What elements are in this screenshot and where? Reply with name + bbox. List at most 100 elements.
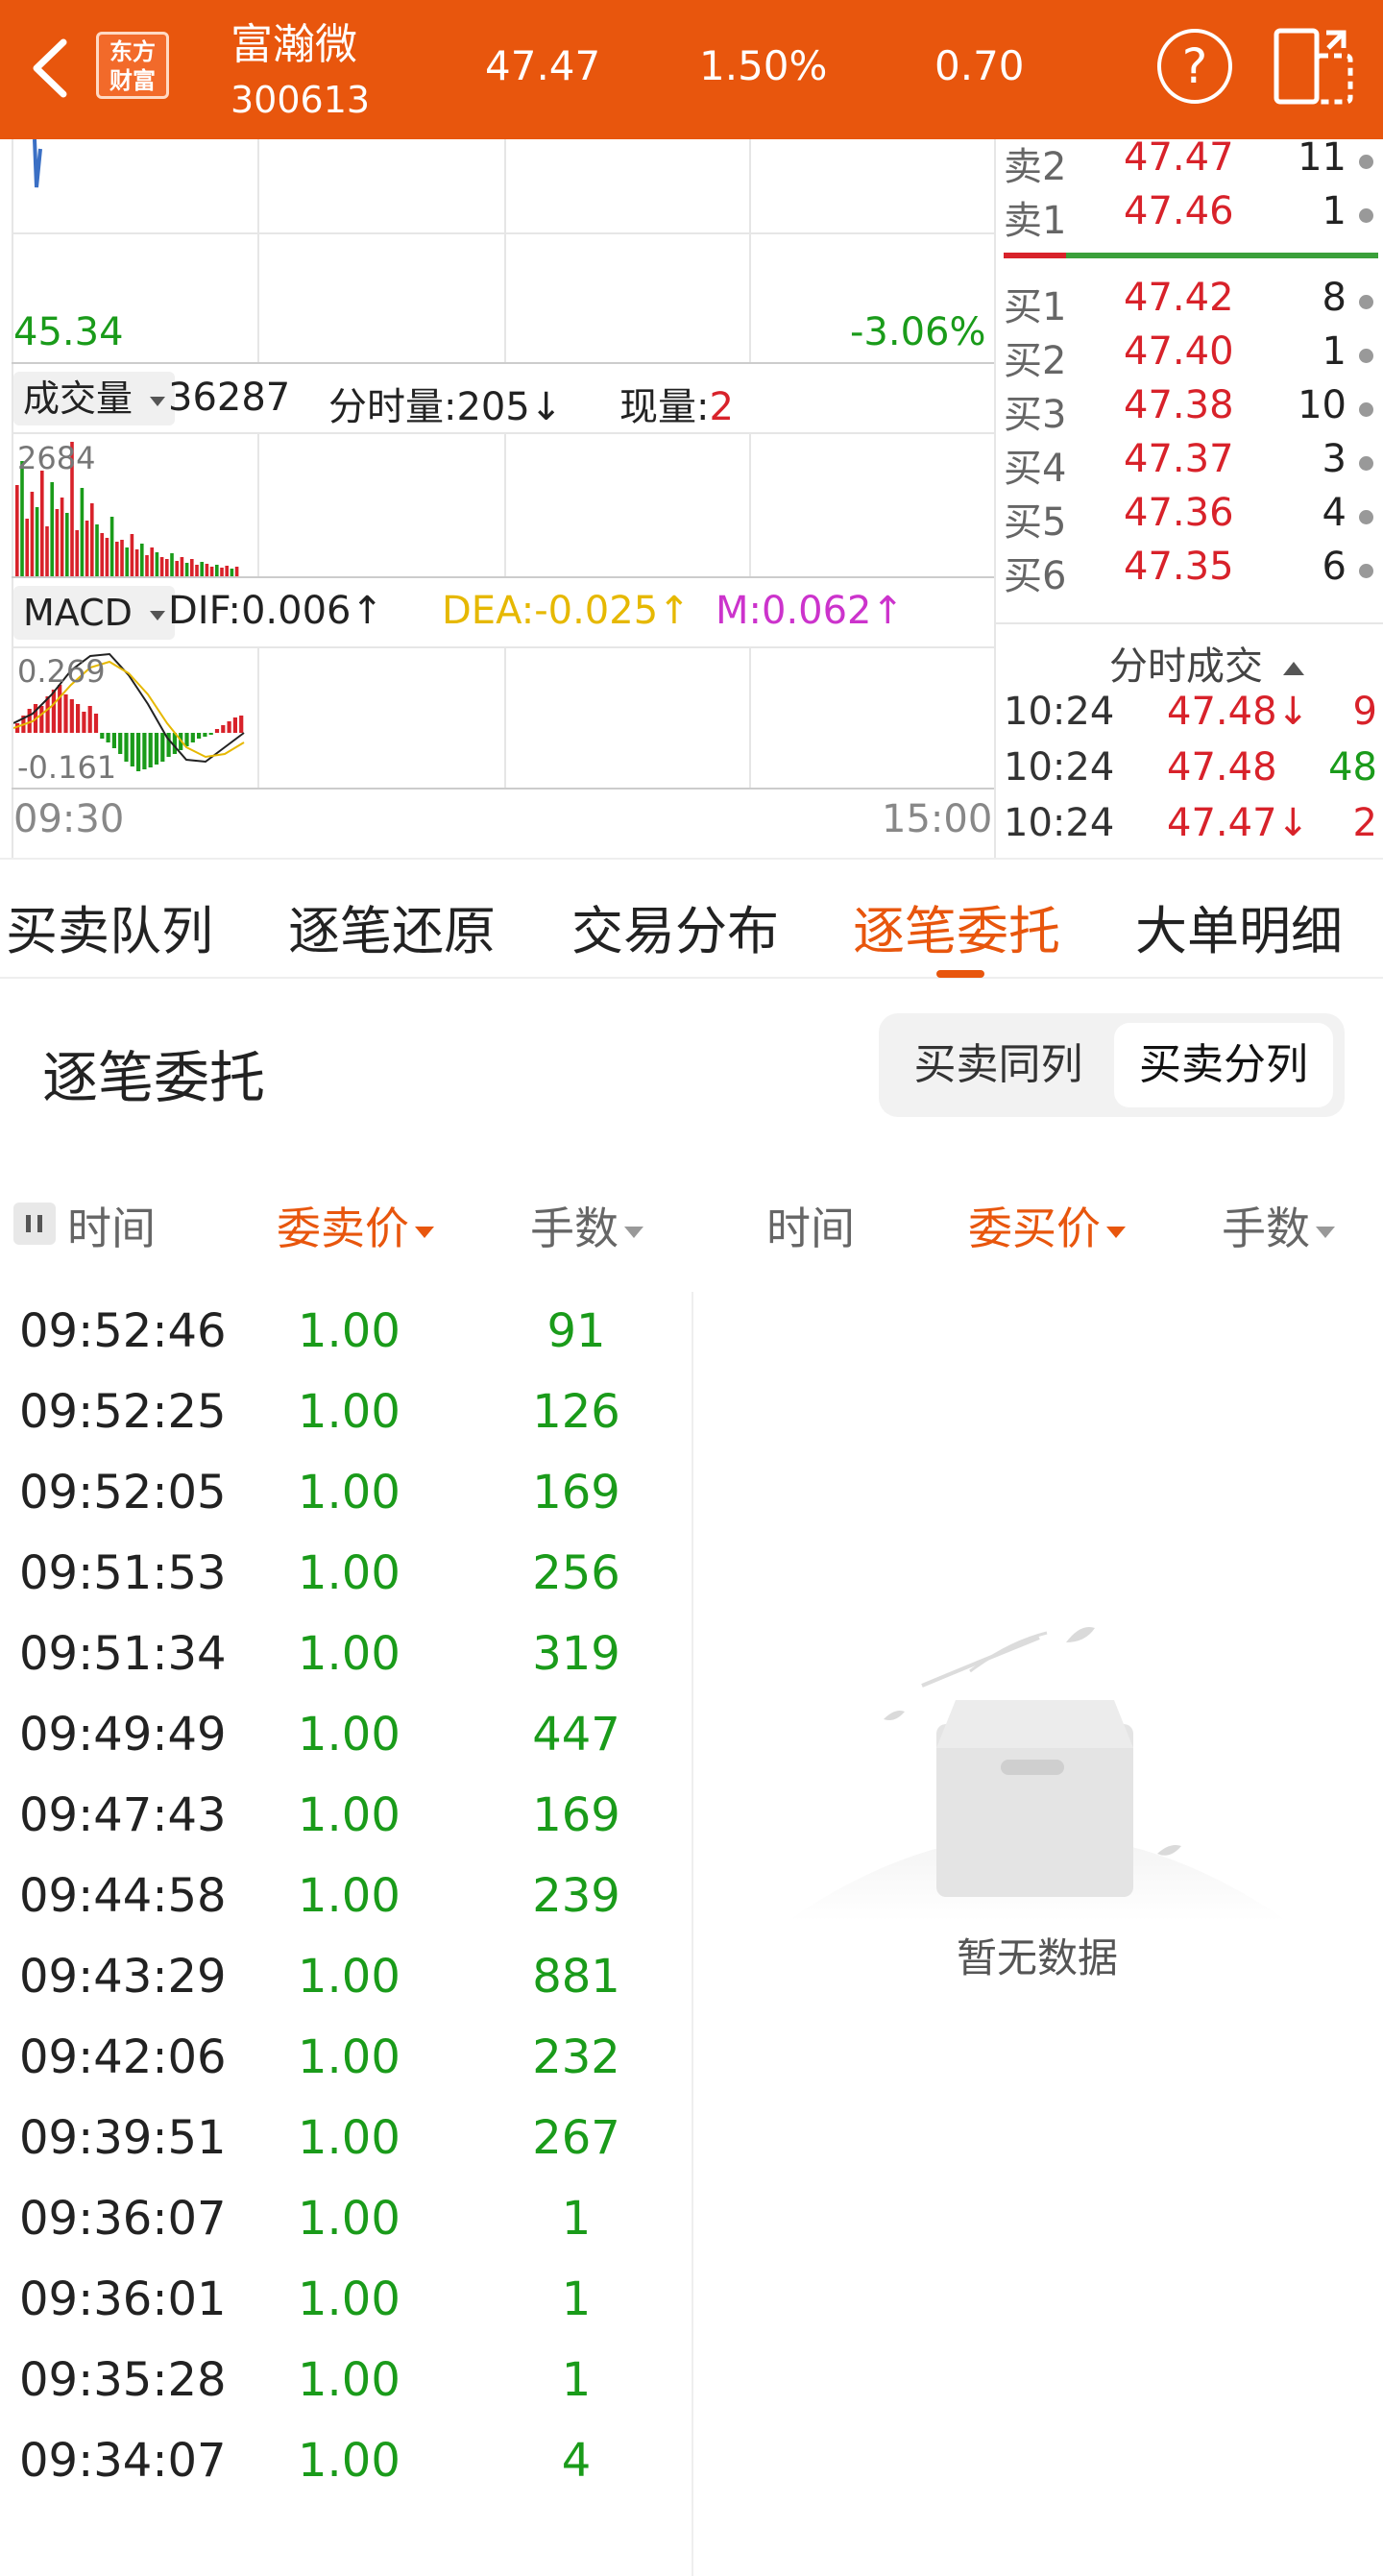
macd-selector-label: MACD	[23, 592, 133, 634]
macd-m: M:0.062↑	[716, 589, 905, 633]
app-logo: 东方 财富	[96, 32, 169, 99]
table-row[interactable]: 09:36:01 1.00 1	[0, 2272, 692, 2353]
order-qty: 1	[561, 2192, 592, 2246]
volume-bar	[120, 540, 124, 576]
sort-icon	[624, 1226, 643, 1238]
minute-volume: 分时量:205↓	[328, 385, 563, 429]
table-row[interactable]: 09:51:34 1.00 319	[0, 1627, 692, 1708]
table-row[interactable]: 09:36:07 1.00 1	[0, 2192, 692, 2272]
order-qty: 169	[532, 1466, 620, 1519]
sell-price-header[interactable]: 委卖价	[277, 1194, 434, 1257]
current-volume-label: 现量:	[619, 385, 710, 429]
volume-bar	[220, 568, 224, 576]
logo-text-top: 东方	[109, 38, 156, 65]
volume-bar	[165, 559, 169, 576]
chevron-down-icon	[150, 396, 166, 406]
sell-level-row[interactable]: 卖1 47.46 1	[1004, 189, 1383, 243]
order-qty: 4	[561, 2434, 592, 2488]
tick-time: 10:24	[1004, 745, 1115, 790]
tab-order-queue[interactable]: 买卖队列	[6, 888, 213, 964]
order-qty: 91	[546, 1304, 606, 1358]
macd-bar	[93, 714, 99, 733]
macd-bar	[69, 699, 74, 733]
buy-level-row[interactable]: 买2 47.40 1	[1004, 329, 1383, 383]
sell-strength-bar	[1004, 253, 1066, 258]
volume-bar	[45, 526, 49, 576]
table-row[interactable]: 09:52:05 1.00 169	[0, 1466, 692, 1546]
pause-icon[interactable]	[13, 1203, 56, 1245]
order-price: 1.00	[298, 1627, 400, 1681]
order-time: 09:36:01	[19, 2272, 227, 2326]
table-row[interactable]: 09:42:06 1.00 232	[0, 2030, 692, 2111]
back-icon[interactable]	[27, 35, 75, 102]
low-percent-label: -3.06%	[850, 310, 986, 354]
buy-level-row[interactable]: 买5 47.36 4	[1004, 491, 1383, 545]
macd-bar	[76, 704, 81, 733]
table-row[interactable]: 09:35:28 1.00 1	[0, 2353, 692, 2434]
level-price: 47.38	[1124, 383, 1234, 427]
volume-bar	[75, 530, 79, 576]
tab-trade-restore[interactable]: 逐笔还原	[288, 888, 496, 964]
macd-bottom-label: -0.161	[17, 749, 117, 786]
macd-bar	[45, 696, 50, 733]
buy-level-row[interactable]: 买4 47.37 3	[1004, 437, 1383, 491]
table-row[interactable]: 09:52:25 1.00 126	[0, 1385, 692, 1466]
sell-qty-header[interactable]: 手数	[530, 1194, 643, 1257]
grid-right	[994, 139, 996, 858]
buy-time-header: 时间	[766, 1203, 855, 1254]
split-column-button[interactable]: 买卖分列	[1114, 1023, 1333, 1107]
level-qty: 1	[1322, 329, 1347, 374]
buy-level-row[interactable]: 买3 47.38 10	[1004, 383, 1383, 437]
dot-icon	[1359, 564, 1373, 578]
macd-dif: DIF:0.006↑	[168, 589, 384, 633]
tab-trade-distribution[interactable]: 交易分布	[571, 888, 779, 964]
grid-h	[12, 788, 994, 790]
level-label: 买1	[1004, 285, 1067, 329]
buy-price-header[interactable]: 委买价	[968, 1194, 1126, 1257]
volume-bar	[190, 559, 194, 576]
macd-selector[interactable]: MACD	[13, 586, 176, 640]
table-row[interactable]: 09:49:49 1.00 447	[0, 1708, 692, 1788]
tab-large-orders[interactable]: 大单明细	[1135, 888, 1343, 964]
table-row[interactable]: 09:51:53 1.00 256	[0, 1546, 692, 1627]
table-row[interactable]: 09:52:46 1.00 91	[0, 1304, 692, 1385]
volume-bar	[115, 542, 119, 576]
grid-v	[749, 646, 751, 788]
volume-bar	[215, 565, 219, 576]
tick-row: 10:24 47.48 48	[1004, 745, 1383, 801]
order-price: 1.00	[298, 2434, 400, 2488]
level-qty: 11	[1298, 135, 1347, 180]
ticks-title[interactable]: 分时成交	[1109, 635, 1304, 691]
sort-icon	[1316, 1226, 1335, 1238]
volume-total: 36287	[168, 376, 291, 420]
buy-level-row[interactable]: 买1 47.42 8	[1004, 276, 1383, 329]
table-row[interactable]: 09:47:43 1.00 169	[0, 1788, 692, 1869]
level-qty: 10	[1298, 383, 1347, 427]
buy-qty-header[interactable]: 手数	[1222, 1194, 1335, 1257]
volume-bar	[85, 521, 89, 576]
volume-selector[interactable]: 成交量	[13, 372, 176, 425]
volume-bar	[150, 547, 154, 576]
tab-order-by-order[interactable]: 逐笔委托	[853, 888, 1060, 964]
macd-bar	[197, 733, 202, 739]
same-column-button[interactable]: 买卖同列	[890, 1023, 1106, 1107]
buy-level-row[interactable]: 买6 47.35 6	[1004, 545, 1383, 598]
table-row[interactable]: 09:39:51 1.00 267	[0, 2111, 692, 2192]
dot-icon	[1359, 349, 1373, 363]
tick-qty: 48	[1328, 745, 1377, 790]
macd-bar	[136, 733, 141, 771]
volume-bar	[50, 482, 54, 576]
current-price: 47.47	[485, 42, 601, 89]
help-icon[interactable]: ?	[1157, 29, 1232, 104]
table-row[interactable]: 09:34:07 1.00 4	[0, 2434, 692, 2515]
table-row[interactable]: 09:44:58 1.00 239	[0, 1869, 692, 1950]
table-row[interactable]: 09:43:29 1.00 881	[0, 1950, 692, 2030]
chart-area[interactable]: 45.34 -3.06% 成交量 36287 分时量:205↓ 现量:2 268…	[0, 135, 1383, 858]
sell-level-row[interactable]: 卖2 47.47 11	[1004, 135, 1383, 189]
change-amount: 0.70	[934, 42, 1025, 89]
volume-bar	[100, 533, 104, 576]
landscape-switch-icon[interactable]	[1273, 27, 1354, 106]
grid-h	[12, 232, 994, 234]
macd-bar	[214, 729, 220, 733]
level-price: 47.42	[1124, 276, 1234, 320]
